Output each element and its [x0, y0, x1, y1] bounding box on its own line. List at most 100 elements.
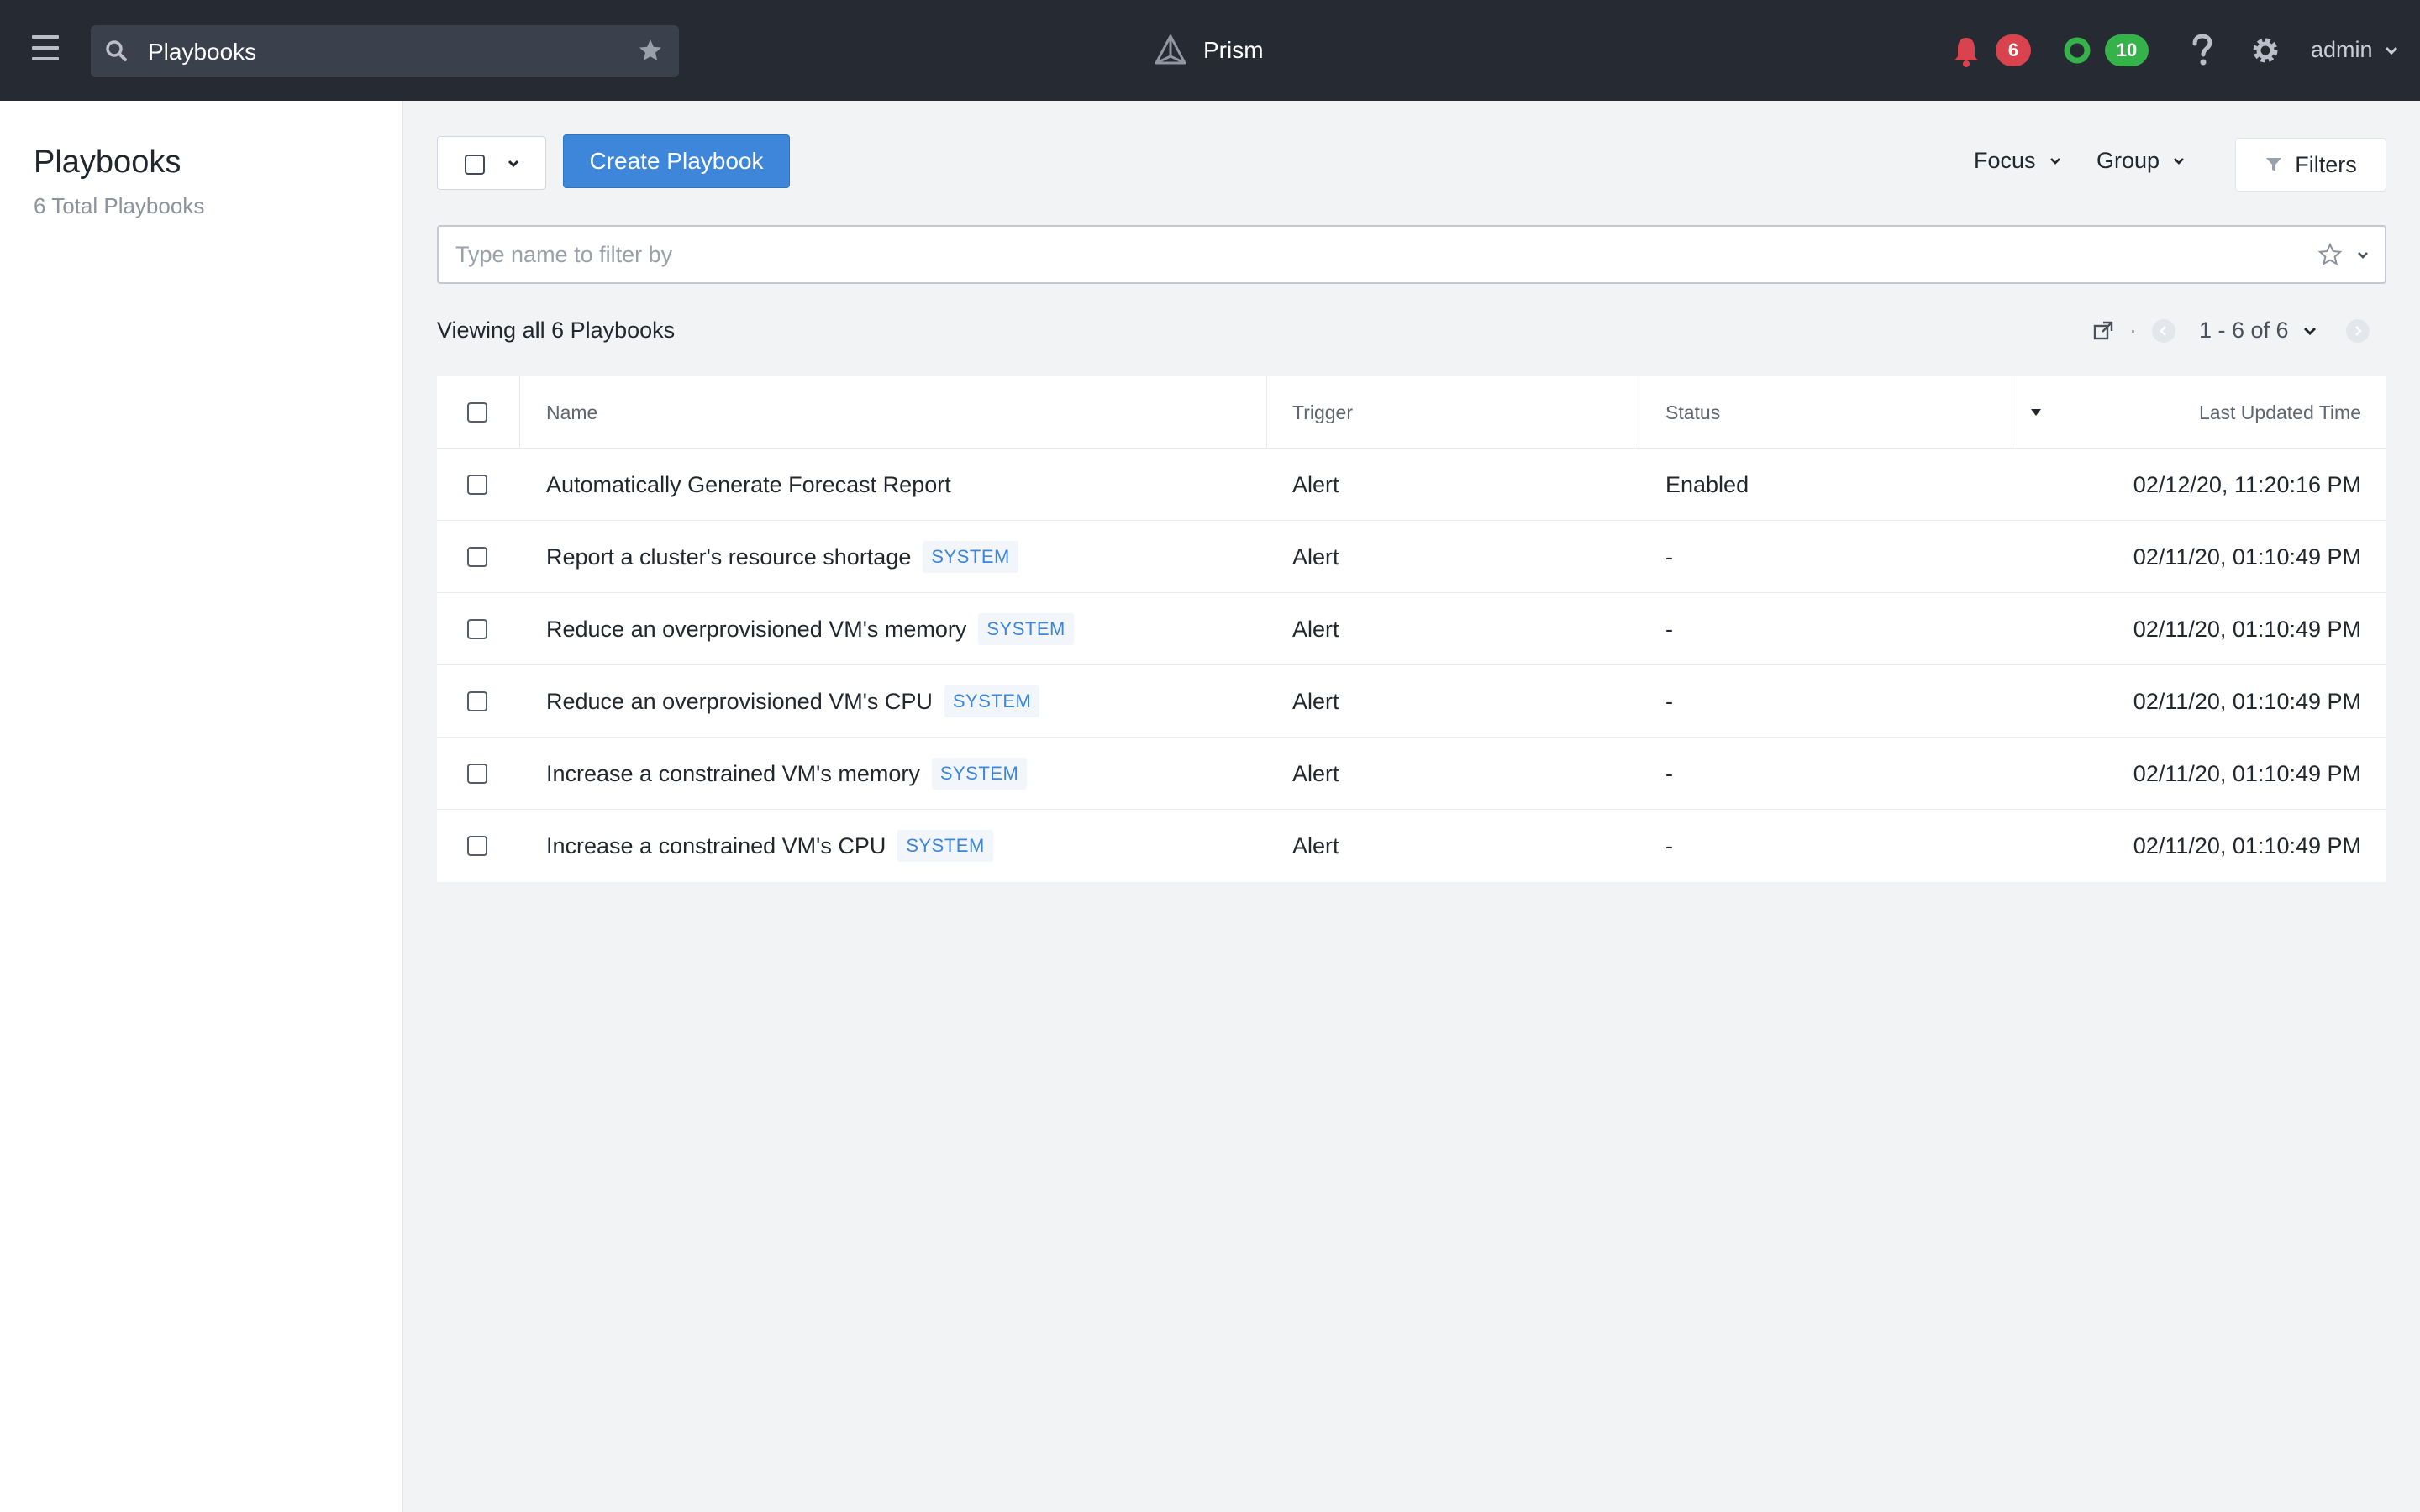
row-checkbox[interactable]	[467, 836, 487, 856]
table-body: Automatically Generate Forecast Report Al…	[437, 449, 2386, 882]
chevron-down-icon[interactable]	[2354, 247, 2371, 264]
trigger-cell: Alert	[1292, 543, 1339, 570]
left-summary-panel: Playbooks 6 Total Playbooks	[0, 101, 403, 1512]
next-page-button[interactable]	[2345, 318, 2370, 343]
row-checkbox[interactable]	[467, 691, 487, 711]
filters-button[interactable]: Filters	[2235, 138, 2386, 192]
playbook-name-cell[interactable]: Increase a constrained VM's memory SYSTEM	[546, 738, 1028, 810]
row-checkbox[interactable]	[467, 619, 487, 639]
export-icon[interactable]	[2092, 320, 2114, 342]
tasks-count-badge[interactable]: 10	[2105, 34, 2149, 66]
chevron-down-icon	[2385, 46, 2397, 55]
status-cell: -	[1665, 543, 1673, 570]
sort-descending-icon[interactable]	[2029, 376, 2043, 449]
filters-label: Filters	[2295, 151, 2357, 177]
table-row[interactable]: Automatically Generate Forecast Report Al…	[437, 449, 2386, 521]
star-outline-icon[interactable]	[2317, 242, 2343, 267]
playbook-name[interactable]: Reduce an overprovisioned VM's memory	[546, 617, 966, 643]
global-search-value: Playbooks	[148, 39, 257, 65]
playbook-name[interactable]: Automatically Generate Forecast Report	[546, 472, 951, 498]
star-icon[interactable]	[637, 37, 664, 64]
select-all-checkbox[interactable]	[465, 155, 485, 175]
group-label: Group	[2096, 148, 2160, 173]
row-checkbox[interactable]	[467, 547, 487, 567]
previous-page-button[interactable]	[2152, 318, 2175, 343]
playbook-name[interactable]: Reduce an overprovisioned VM's CPU	[546, 689, 933, 715]
chevron-down-icon	[2049, 157, 2060, 165]
row-checkbox[interactable]	[467, 475, 487, 495]
status-cell: -	[1665, 616, 1673, 642]
top-navigation-bar: Playbooks Prism 6 10 admin	[0, 0, 2420, 101]
playbook-name-cell[interactable]: Reduce an overprovisioned VM's memory SYS…	[546, 593, 1074, 665]
table-row[interactable]: Increase a constrained VM's memory SYSTEM…	[437, 738, 2386, 810]
page-range[interactable]: 1 - 6 of 6	[2199, 318, 2289, 344]
system-tag: SYSTEM	[944, 685, 1040, 717]
playbook-name-cell[interactable]: Automatically Generate Forecast Report	[546, 449, 951, 521]
column-header-trigger[interactable]: Trigger	[1292, 376, 1353, 449]
last-updated-cell: 02/11/20, 01:10:49 PM	[2133, 688, 2361, 714]
column-header-status[interactable]: Status	[1665, 376, 1720, 449]
playbook-name-cell[interactable]: Reduce an overprovisioned VM's CPU SYSTEM	[546, 665, 1040, 738]
column-header-last-updated[interactable]: Last Updated Time	[2199, 376, 2361, 449]
bell-icon[interactable]	[1951, 35, 1981, 67]
trigger-cell: Alert	[1292, 471, 1339, 497]
trigger-cell: Alert	[1292, 832, 1339, 858]
column-header-name[interactable]: Name	[546, 376, 597, 449]
gear-icon[interactable]	[2249, 34, 2282, 67]
hamburger-menu-icon[interactable]	[32, 35, 59, 64]
status-circle-icon[interactable]	[2062, 35, 2092, 66]
system-tag: SYSTEM	[923, 541, 1018, 573]
system-tag: SYSTEM	[978, 613, 1074, 645]
playbook-name[interactable]: Increase a constrained VM's CPU	[546, 833, 886, 859]
bulk-select-dropdown[interactable]	[437, 136, 546, 190]
help-icon[interactable]	[2190, 34, 2215, 67]
name-filter-field[interactable]	[437, 225, 2386, 284]
last-updated-cell: 02/11/20, 01:10:49 PM	[2133, 760, 2361, 786]
header-select-all-checkbox[interactable]	[467, 402, 487, 423]
trigger-cell: Alert	[1292, 616, 1339, 642]
chevron-right-icon	[2354, 325, 2362, 336]
row-checkbox[interactable]	[467, 764, 487, 784]
playbooks-table: Name Trigger Status Last Updated Time Au…	[437, 376, 2386, 882]
create-playbook-button[interactable]: Create Playbook	[563, 134, 790, 188]
system-tag: SYSTEM	[897, 830, 993, 862]
last-updated-cell: 02/11/20, 01:10:49 PM	[2133, 832, 2361, 858]
playbook-name[interactable]: Increase a constrained VM's memory	[546, 761, 920, 787]
name-filter-input[interactable]	[455, 227, 2304, 282]
global-search-bar[interactable]: Playbooks	[91, 25, 679, 77]
alerts-count-badge[interactable]: 6	[1996, 34, 2031, 66]
status-cell: -	[1665, 832, 1673, 858]
group-dropdown[interactable]: Group	[2096, 148, 2186, 174]
chevron-down-icon	[2174, 157, 2184, 165]
status-cell: -	[1665, 688, 1673, 714]
status-cell: Enabled	[1665, 471, 1749, 497]
user-name: admin	[2311, 37, 2373, 62]
prism-logo-icon	[1155, 34, 1186, 65]
table-header: Name Trigger Status Last Updated Time	[437, 376, 2386, 449]
trigger-cell: Alert	[1292, 688, 1339, 714]
trigger-cell: Alert	[1292, 760, 1339, 786]
brand: Prism	[1153, 32, 1264, 69]
pagination: · 1 - 6 of 6	[2092, 318, 2370, 344]
last-updated-cell: 02/12/20, 11:20:16 PM	[2133, 471, 2361, 497]
chevron-down-icon[interactable]	[2301, 322, 2319, 340]
last-updated-cell: 02/11/20, 01:10:49 PM	[2133, 616, 2361, 642]
focus-dropdown[interactable]: Focus	[1974, 148, 2063, 174]
playbook-name-cell[interactable]: Increase a constrained VM's CPU SYSTEM	[546, 810, 993, 882]
playbook-name[interactable]: Report a cluster's resource shortage	[546, 544, 911, 570]
viewing-summary: Viewing all 6 Playbooks	[437, 318, 676, 343]
last-updated-cell: 02/11/20, 01:10:49 PM	[2133, 543, 2361, 570]
system-tag: SYSTEM	[931, 758, 1028, 790]
table-row[interactable]: Reduce an overprovisioned VM's memory SYS…	[437, 593, 2386, 665]
search-icon	[106, 40, 127, 61]
table-row[interactable]: Increase a constrained VM's CPU SYSTEM Ale…	[437, 810, 2386, 882]
chevron-left-icon	[2160, 325, 2166, 336]
page-title: Playbooks	[34, 144, 182, 180]
table-row[interactable]: Report a cluster's resource shortage SYST…	[437, 521, 2386, 593]
table-row[interactable]: Reduce an overprovisioned VM's CPU SYSTEM…	[437, 665, 2386, 738]
playbook-name-cell[interactable]: Report a cluster's resource shortage SYST…	[546, 521, 1018, 593]
funnel-icon	[2266, 158, 2282, 171]
separator-dot: ·	[2129, 318, 2137, 343]
user-menu[interactable]: admin	[2311, 37, 2400, 63]
total-count-label: 6 Total Playbooks	[34, 193, 205, 218]
